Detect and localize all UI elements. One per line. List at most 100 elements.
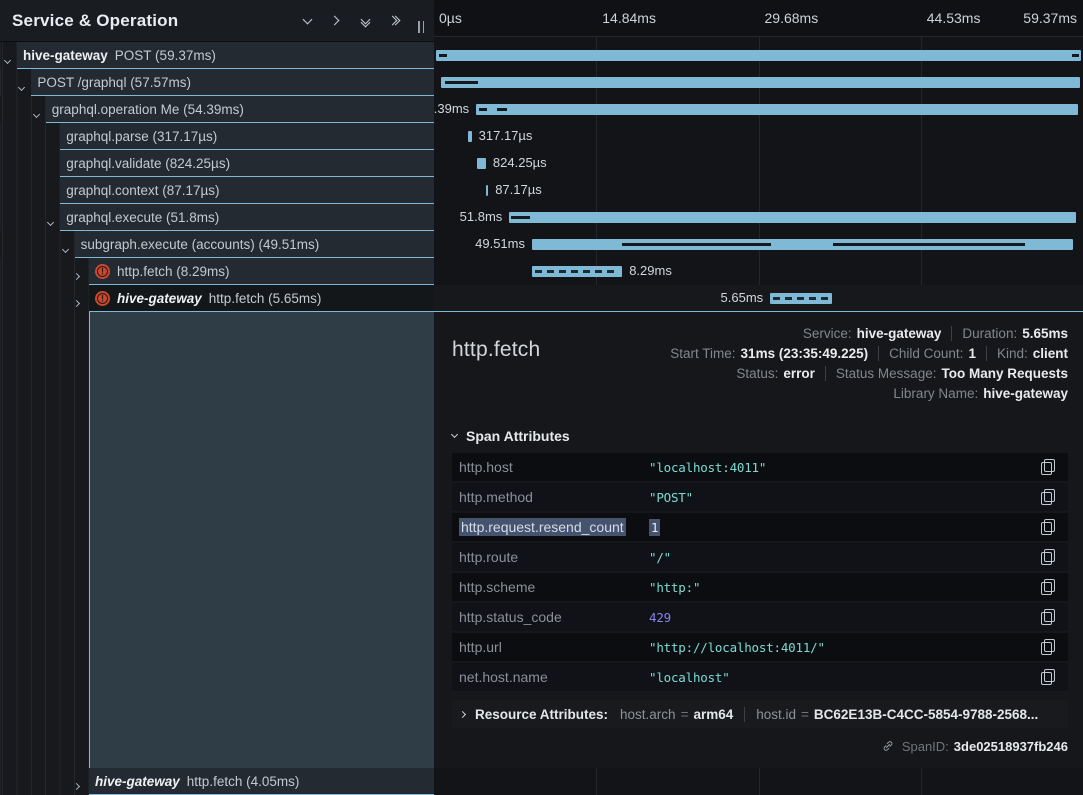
span-tree-row[interactable]: hive-gatewayhttp.fetch (4.05ms)	[0, 768, 434, 795]
panel-resize-handle[interactable]	[418, 21, 424, 33]
chevron-right-icon[interactable]	[77, 266, 89, 278]
waterfall-row: 4.05ms	[868, 768, 1083, 795]
span-tree-row[interactable]: graphql.context (87.17µs)	[0, 177, 434, 204]
waterfall-row: 8.29ms	[434, 258, 1083, 285]
ruler-tick: 59.37ms	[1023, 10, 1077, 26]
waterfall-row: 51.8ms	[434, 204, 1083, 231]
span-bar[interactable]	[441, 77, 1080, 88]
row-indent-gutter	[0, 177, 60, 204]
span-bar[interactable]	[509, 212, 1076, 223]
expand-one-icon[interactable]	[328, 13, 344, 29]
resource-attributes-header: Resource Attributes:	[475, 707, 608, 722]
chevron-down-icon[interactable]	[19, 77, 31, 89]
resource-attributes-preview: host.arch=arm64host.id=BC62E13B-C4CC-585…	[620, 707, 1038, 722]
meta-value: hive-gateway	[983, 386, 1068, 401]
meta-label: Duration:	[962, 326, 1017, 341]
span-row-label: graphql.execute (51.8ms)	[66, 204, 219, 231]
expand-all-icon[interactable]	[386, 13, 402, 29]
span-tree-row[interactable]: graphql.parse (317.17µs)	[0, 123, 434, 150]
collapse-one-icon[interactable]	[299, 13, 315, 29]
error-icon	[95, 291, 110, 306]
copy-icon[interactable]	[1040, 459, 1056, 475]
attribute-value: "localhost:4011"	[649, 460, 766, 475]
copy-icon[interactable]	[1040, 639, 1056, 655]
copy-icon[interactable]	[1040, 489, 1056, 505]
collapse-all-icon[interactable]	[357, 13, 373, 29]
meta-separator	[986, 346, 987, 361]
child-span-mark	[497, 108, 507, 111]
row-indent-gutter	[0, 150, 60, 177]
span-id-value: 3de02518937fb246	[954, 739, 1068, 754]
span-tree-row[interactable]: http.fetch (8.29ms)	[0, 258, 434, 285]
child-span-dashes	[773, 297, 829, 300]
span-meta-line: Service:hive-gatewayDuration:5.65ms	[803, 326, 1068, 341]
attribute-row: http.route"/"	[452, 543, 1068, 571]
span-row-label: http.fetch (8.29ms)	[95, 258, 230, 285]
copy-icon[interactable]	[1040, 669, 1056, 685]
copy-icon[interactable]	[1040, 549, 1056, 565]
operation-name: http.fetch (5.65ms)	[209, 291, 322, 306]
child-span-mark	[1072, 54, 1079, 57]
span-row-label: POST /graphql (57.57ms)	[37, 69, 191, 96]
child-span-dashes	[535, 270, 619, 273]
attribute-row: http.host"localhost:4011"	[452, 453, 1068, 481]
span-bar[interactable]	[476, 104, 1078, 115]
chevron-down-icon[interactable]	[34, 104, 46, 116]
span-row-label: subgraph.execute (accounts) (49.51ms)	[81, 231, 320, 258]
meta-label: Service:	[803, 326, 852, 341]
indent-guides	[0, 312, 89, 768]
operation-name: graphql.parse (317.17µs)	[66, 129, 217, 144]
span-attributes-section-toggle[interactable]: Span Attributes	[452, 428, 1068, 444]
chevron-down-icon[interactable]	[5, 50, 17, 62]
detail-indent-area	[0, 312, 434, 768]
span-bar[interactable]	[532, 266, 622, 277]
chevron-down-icon	[451, 431, 458, 438]
waterfall-row: 87.17µs	[434, 177, 1083, 204]
copy-icon[interactable]	[1040, 579, 1056, 595]
resource-attributes-toggle[interactable]: Resource Attributes: host.arch=arm64host…	[452, 700, 1068, 728]
span-tree-row[interactable]: hive-gateway http.fetch (5.65ms)	[0, 285, 434, 312]
resource-separator	[744, 707, 745, 722]
span-id-row: SpanID: 3de02518937fb246	[452, 734, 1068, 758]
meta-label: Status:	[736, 366, 778, 381]
copy-icon[interactable]	[1040, 519, 1056, 535]
meta-label: Library Name:	[893, 386, 978, 401]
chevron-right-icon[interactable]	[77, 776, 89, 788]
row-indent-gutter	[0, 768, 89, 795]
span-tree-row[interactable]: graphql.execute (51.8ms)	[0, 204, 434, 231]
chevron-right-icon[interactable]	[77, 293, 89, 305]
span-row-label: hive-gateway http.fetch (5.65ms)	[95, 285, 321, 312]
span-tree-row[interactable]: graphql.validate (824.25µs)	[0, 150, 434, 177]
chevron-down-icon[interactable]	[63, 239, 75, 251]
span-tree-row[interactable]: hive-gatewayPOST (59.37ms)	[0, 42, 434, 69]
span-detail-panel: http.fetch Service:hive-gatewayDuration:…	[434, 312, 1083, 768]
span-id-label: SpanID:	[902, 739, 949, 754]
selected-text: 1	[649, 519, 660, 536]
span-row-label: graphql.parse (317.17µs)	[66, 123, 217, 150]
timeline-panel: 0µs14.84ms29.68ms44.53ms59.37ms 57.57ms5…	[434, 0, 1083, 795]
ruler-tick: 29.68ms	[765, 10, 819, 26]
chevron-down-icon[interactable]	[48, 212, 60, 224]
attribute-row: http.scheme"http:"	[452, 573, 1068, 601]
attribute-value: 429	[649, 610, 671, 625]
span-bar[interactable]	[436, 50, 1081, 61]
operation-name: graphql.validate (824.25µs)	[66, 156, 230, 171]
waterfall-row: 54.39ms	[434, 96, 1083, 123]
span-bar[interactable]	[770, 293, 832, 304]
service-name: hive-gateway	[95, 774, 180, 789]
span-tree-row[interactable]: subgraph.execute (accounts) (49.51ms)	[0, 231, 434, 258]
span-bar[interactable]	[486, 185, 488, 196]
span-bar[interactable]	[468, 131, 472, 142]
attribute-key: http.route	[459, 549, 649, 565]
meta-value: error	[783, 366, 815, 381]
operation-name: POST (59.37ms)	[115, 48, 216, 63]
copy-icon[interactable]	[1040, 609, 1056, 625]
span-tree-row[interactable]: POST /graphql (57.57ms)	[0, 69, 434, 96]
span-tree-row[interactable]: graphql.operation Me (54.39ms)	[0, 96, 434, 123]
span-bar[interactable]	[477, 158, 486, 169]
trace-viewer: Service & Operation hive-gatewayPOST (59…	[0, 0, 1083, 795]
service-name: hive-gateway	[117, 291, 202, 306]
span-row-label: graphql.operation Me (54.39ms)	[52, 96, 244, 123]
attribute-row: http.method"POST"	[452, 483, 1068, 511]
meta-label: Kind:	[997, 346, 1028, 361]
